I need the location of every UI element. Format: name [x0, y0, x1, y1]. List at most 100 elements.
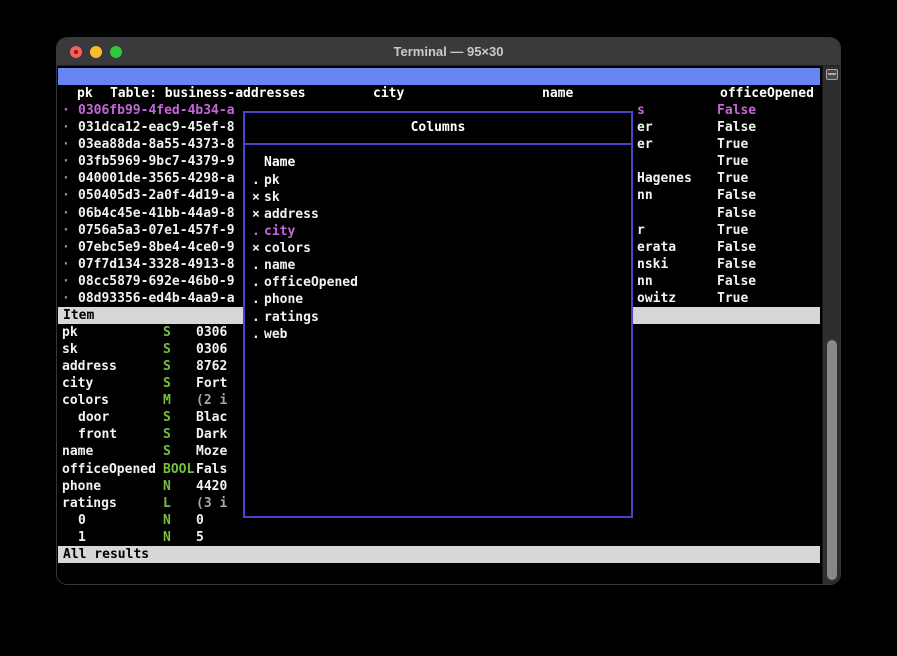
row-bullet-icon: ·	[62, 205, 70, 222]
attribute-name: city	[62, 375, 93, 392]
row-pk: 08d93356-ed4b-4aa9-a	[78, 290, 235, 307]
row-officeopened: True	[717, 290, 748, 307]
columns-list-item[interactable]: ×address	[245, 206, 631, 223]
visible-column-icon: .	[252, 172, 260, 189]
attribute-type: N	[163, 478, 171, 495]
row-name-partial: erata	[637, 239, 676, 256]
column-header-city: city	[373, 85, 404, 102]
attribute-name: ratings	[62, 495, 117, 512]
item-attribute-row[interactable]: 1N5	[57, 529, 820, 546]
row-pk: 0756a5a3-07e1-457f-9	[78, 222, 235, 239]
visible-column-icon: .	[252, 257, 260, 274]
columns-list-item[interactable]: .officeOpened	[245, 274, 631, 291]
hidden-column-icon: ×	[252, 189, 260, 206]
row-name-partial: nski	[637, 256, 668, 273]
window-title: Terminal — 95×30	[394, 44, 504, 59]
terminal-content: Table: business-addresses pk city name o…	[57, 66, 840, 584]
attribute-type: S	[163, 409, 171, 426]
columns-list-item[interactable]: .name	[245, 257, 631, 274]
attribute-value: Moze	[196, 443, 227, 460]
column-header-officeopened: officeOpened	[720, 85, 814, 102]
column-header-pk: pk	[77, 85, 93, 102]
scrollbar-thumb[interactable]	[827, 340, 837, 580]
column-item-label: pk	[264, 172, 280, 189]
row-officeopened: False	[717, 256, 756, 273]
row-officeopened: True	[717, 153, 748, 170]
row-pk: 07f7d134-3328-4913-8	[78, 256, 235, 273]
attribute-type: BOOL	[163, 461, 194, 478]
row-pk: 050405d3-2a0f-4d19-a	[78, 187, 235, 204]
attribute-value: Fals	[196, 461, 227, 478]
attribute-type: S	[163, 341, 171, 358]
attribute-name: pk	[62, 324, 78, 341]
row-pk: 031dca12-eac9-45ef-8	[78, 119, 235, 136]
row-name-partial: er	[637, 119, 653, 136]
attribute-name: sk	[62, 341, 78, 358]
visible-column-icon: .	[252, 223, 260, 240]
close-button[interactable]	[70, 46, 82, 58]
row-officeopened: False	[717, 273, 756, 290]
row-officeopened: False	[717, 205, 756, 222]
scrollbar[interactable]	[822, 66, 840, 584]
row-pk: 06b4c45e-41bb-44a9-8	[78, 205, 235, 222]
row-bullet-icon: ·	[62, 222, 70, 239]
row-bullet-icon: ·	[62, 239, 70, 256]
window-titlebar[interactable]: Terminal — 95×30	[57, 38, 840, 66]
split-pane-icon[interactable]	[826, 69, 838, 80]
column-header-name: name	[542, 85, 573, 102]
attribute-value: 4420	[196, 478, 227, 495]
attribute-name: phone	[62, 478, 101, 495]
attribute-value: 0	[196, 512, 204, 529]
column-item-label: name	[264, 257, 295, 274]
terminal-window: Terminal — 95×30 Table: business-address…	[57, 38, 840, 584]
column-item-label: sk	[264, 189, 280, 206]
attribute-type: M	[163, 392, 171, 409]
row-bullet-icon: ·	[62, 102, 70, 119]
row-pk: 040001de-3565-4298-a	[78, 170, 235, 187]
row-bullet-icon: ·	[62, 256, 70, 273]
fullscreen-button[interactable]	[110, 46, 122, 58]
columns-list-item[interactable]: .city	[245, 223, 631, 240]
visible-column-icon: .	[252, 309, 260, 326]
row-name-partial: owitz	[637, 290, 676, 307]
columns-list-item[interactable]: .pk	[245, 172, 631, 189]
attribute-value: 8762	[196, 358, 227, 375]
row-officeopened: True	[717, 170, 748, 187]
column-item-label: colors	[264, 240, 311, 257]
attribute-name: address	[62, 358, 117, 375]
row-pk: 03fb5969-9bc7-4379-9	[78, 153, 235, 170]
columns-list-item[interactable]: .ratings	[245, 309, 631, 326]
column-item-label: phone	[264, 291, 303, 308]
columns-list-item[interactable]: ×colors	[245, 240, 631, 257]
attribute-name: 1	[78, 529, 86, 546]
attribute-type: N	[163, 529, 171, 546]
attribute-value: (3 i	[196, 495, 227, 512]
row-name-partial: s	[637, 102, 645, 119]
row-name-partial: er	[637, 136, 653, 153]
attribute-name: officeOpened	[62, 461, 156, 478]
visible-column-icon: .	[252, 274, 260, 291]
columns-list-item[interactable]: .web	[245, 326, 631, 343]
column-item-label: ratings	[264, 309, 319, 326]
columns-list-item[interactable]: ×sk	[245, 189, 631, 206]
attribute-name: name	[62, 443, 93, 460]
columns-modal-separator	[245, 143, 631, 145]
hidden-column-icon: ×	[252, 240, 260, 257]
row-officeopened: False	[717, 102, 756, 119]
visible-column-icon: .	[252, 291, 260, 308]
row-officeopened: True	[717, 136, 748, 153]
status-bar: All results	[58, 546, 820, 563]
attribute-type: N	[163, 512, 171, 529]
column-item-label: city	[264, 223, 295, 240]
row-bullet-icon: ·	[62, 136, 70, 153]
attribute-type: S	[163, 324, 171, 341]
attribute-type: S	[163, 443, 171, 460]
columns-list-header: Name	[264, 154, 295, 171]
columns-list-item[interactable]: .phone	[245, 291, 631, 308]
column-item-label: officeOpened	[264, 274, 358, 291]
column-item-label: address	[264, 206, 319, 223]
attribute-value: Fort	[196, 375, 227, 392]
table-title-bar: Table: business-addresses	[58, 68, 820, 85]
minimize-button[interactable]	[90, 46, 102, 58]
visible-column-icon: .	[252, 326, 260, 343]
